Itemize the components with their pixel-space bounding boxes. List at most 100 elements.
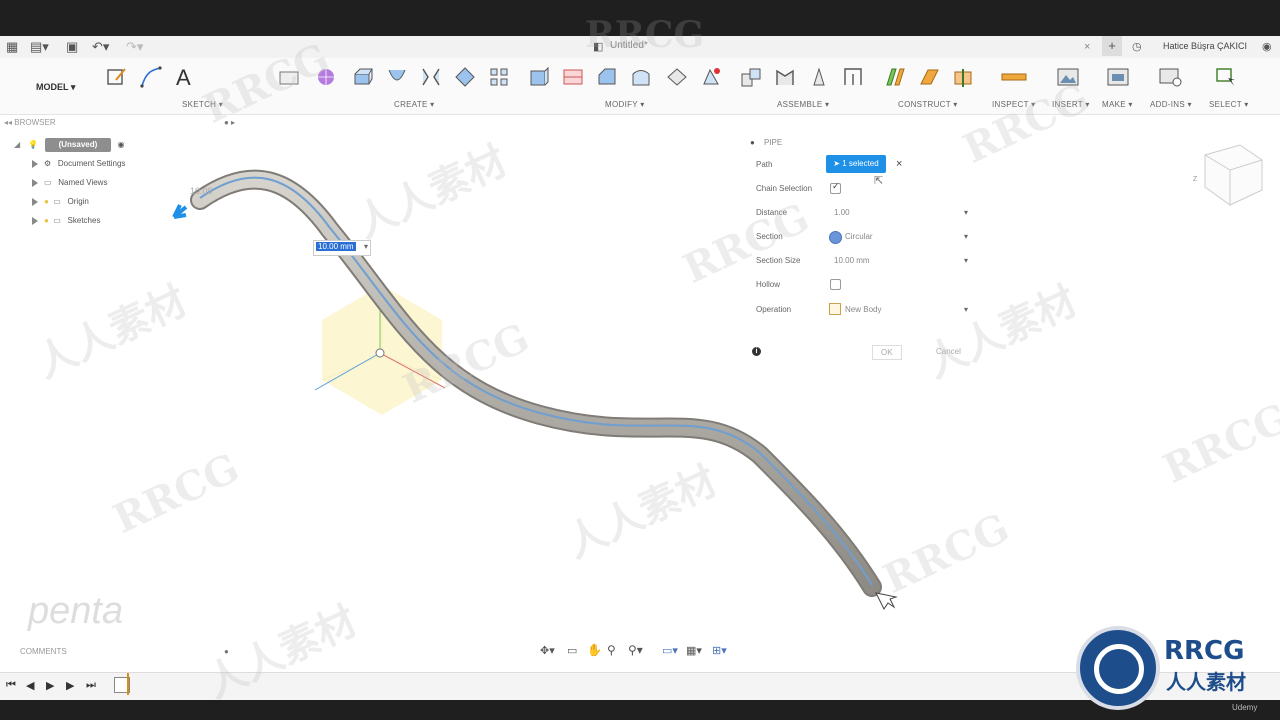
check-icon: ✓ (832, 181, 840, 191)
3d-print-icon[interactable] (1106, 66, 1130, 88)
play-icon[interactable]: ▶ (46, 679, 54, 692)
undo-icon[interactable]: ↶▾ (92, 39, 109, 55)
operation-value[interactable]: New Body (845, 305, 881, 314)
select-menu[interactable]: SELECT ▾ (1209, 100, 1249, 109)
measure-icon[interactable] (1000, 66, 1028, 88)
grid-menu-icon[interactable]: ▦ (6, 39, 18, 55)
new-body-icon (829, 303, 841, 315)
rrcg-brand-cn-text: 人人素材 (1166, 670, 1246, 694)
look-at-icon[interactable]: ▭ (567, 644, 577, 657)
rrcg-brand-text: RRCG (1164, 636, 1245, 666)
plane-at-angle-icon[interactable] (918, 66, 940, 88)
bottom-letterbox: Udemy (0, 700, 1280, 720)
timeline-marker[interactable] (127, 673, 129, 695)
press-pull-icon[interactable] (528, 66, 550, 88)
start-manipulator-arrow[interactable] (172, 204, 188, 219)
close-tab-icon[interactable]: × (1084, 39, 1090, 55)
construct-menu[interactable]: CONSTRUCT ▾ (898, 100, 958, 109)
viewports-icon[interactable]: ⊞▾ (712, 644, 727, 657)
zoom-icon[interactable]: ⚲ (607, 643, 616, 657)
go-to-end-icon[interactable]: ⏭ (86, 679, 96, 692)
step-back-icon[interactable]: ◀ (26, 679, 34, 692)
help-icon[interactable]: ◉ (1262, 39, 1272, 55)
section-value[interactable]: Circular (845, 232, 873, 241)
view-cube[interactable] (1204, 144, 1263, 206)
section-size-dropdown-icon[interactable]: ▾ (964, 256, 968, 265)
section-size-value[interactable]: 10.00 mm (834, 256, 870, 265)
distance-value[interactable]: 1.00 (834, 208, 850, 217)
info-icon[interactable]: i (752, 347, 761, 356)
extrude-icon[interactable] (352, 66, 374, 88)
grid-settings-icon[interactable]: ▦▾ (686, 644, 702, 657)
spline-icon[interactable] (140, 66, 162, 88)
penta-logo-watermark: penta (28, 590, 124, 632)
file-menu-icon[interactable]: ▤▾ (30, 39, 49, 55)
hollow-checkbox[interactable] (830, 279, 841, 290)
redo-icon[interactable]: ↷▾ (126, 39, 143, 55)
step-forward-icon[interactable]: ▶ (66, 679, 74, 692)
sweep-start-label: 10.00 (190, 186, 213, 196)
modify-menu[interactable]: MODIFY ▾ (605, 100, 645, 109)
joint-icon[interactable] (774, 66, 796, 88)
add-ins-menu[interactable]: ADD-INS ▾ (1150, 100, 1192, 109)
pointer-icon: ➤ (833, 159, 840, 168)
select-icon[interactable] (1214, 66, 1238, 88)
chain-selection-checkbox[interactable]: ✓ (830, 181, 841, 194)
navigation-bar: ✥▾ ▭ ✋ ⚲ ⚲▾ ▭▾ ▦▾ ⊞▾ (536, 642, 736, 662)
create-sketch-icon[interactable] (106, 66, 128, 88)
loft-icon[interactable] (454, 66, 476, 88)
joint-origin-icon[interactable] (842, 66, 864, 88)
fit-icon[interactable]: ⚲▾ (628, 643, 643, 657)
watermark-text: RRCG (585, 14, 705, 56)
chamfer-icon[interactable] (596, 66, 618, 88)
path-selection-button[interactable]: ➤ 1 selected (826, 155, 886, 173)
scale-icon[interactable] (700, 66, 722, 88)
operation-label: Operation (756, 305, 792, 314)
view-cube-z-axis: Z (1193, 176, 1198, 183)
new-tab-icon[interactable]: + (1102, 36, 1122, 56)
clock-icon[interactable]: ◷ (1132, 39, 1142, 55)
rrcg-logo-badge (1076, 626, 1160, 710)
orbit-icon[interactable]: ✥▾ (540, 644, 555, 657)
ok-button[interactable]: OK (872, 345, 902, 360)
clear-selection-icon[interactable]: × (896, 158, 902, 170)
display-settings-icon[interactable]: ▭▾ (662, 644, 678, 657)
distance-dropdown-icon[interactable]: ▾ (964, 208, 968, 217)
circular-section-icon (829, 231, 842, 244)
rrcg-logo-ring (1094, 644, 1144, 694)
workspace-switcher[interactable]: MODEL ▾ (36, 82, 75, 93)
new-component-icon[interactable] (740, 66, 762, 88)
shell-icon[interactable] (630, 66, 652, 88)
section-dropdown-icon[interactable]: ▾ (964, 232, 968, 241)
save-icon[interactable]: ▣ (66, 39, 78, 55)
scripts-addins-icon[interactable] (1158, 66, 1182, 88)
text-icon[interactable]: A (174, 66, 196, 88)
pattern-icon[interactable] (488, 66, 510, 88)
fillet-icon[interactable] (562, 66, 584, 88)
path-label: Path (756, 160, 773, 169)
section-size-input-value[interactable]: 10.00 mm (316, 242, 356, 251)
go-to-start-icon[interactable]: ⏮ (6, 679, 16, 692)
hollow-label: Hollow (756, 280, 781, 289)
offset-plane-icon[interactable] (884, 66, 906, 88)
comments-panel[interactable]: COMMENTS (20, 647, 67, 656)
make-menu[interactable]: MAKE ▾ (1102, 100, 1133, 109)
udemy-watermark: Udemy (1232, 703, 1258, 712)
create-menu[interactable]: CREATE ▾ (394, 100, 435, 109)
pan-icon[interactable]: ✋ (587, 643, 602, 657)
mouse-pointer-icon: ⇱ (874, 175, 884, 187)
as-built-joint-icon[interactable] (808, 66, 830, 88)
origin-point[interactable] (375, 348, 385, 358)
chain-selection-label: Chain Selection (756, 184, 813, 193)
midplane-icon[interactable] (952, 66, 974, 88)
svg-text:A: A (176, 66, 191, 88)
dialog-title: PIPE (764, 138, 783, 147)
draft-icon[interactable] (666, 66, 688, 88)
assemble-menu[interactable]: ASSEMBLE ▾ (777, 100, 829, 109)
sweep-icon[interactable] (420, 66, 442, 88)
user-name[interactable]: Hatice Büşra ÇAKICI (1163, 41, 1247, 51)
revolve-icon[interactable] (386, 66, 408, 88)
comments-label: COMMENTS (20, 647, 67, 656)
section-size-input[interactable]: 10.00 mm ▾ (313, 240, 371, 256)
dialog-collapse-icon[interactable]: ● (750, 138, 755, 147)
